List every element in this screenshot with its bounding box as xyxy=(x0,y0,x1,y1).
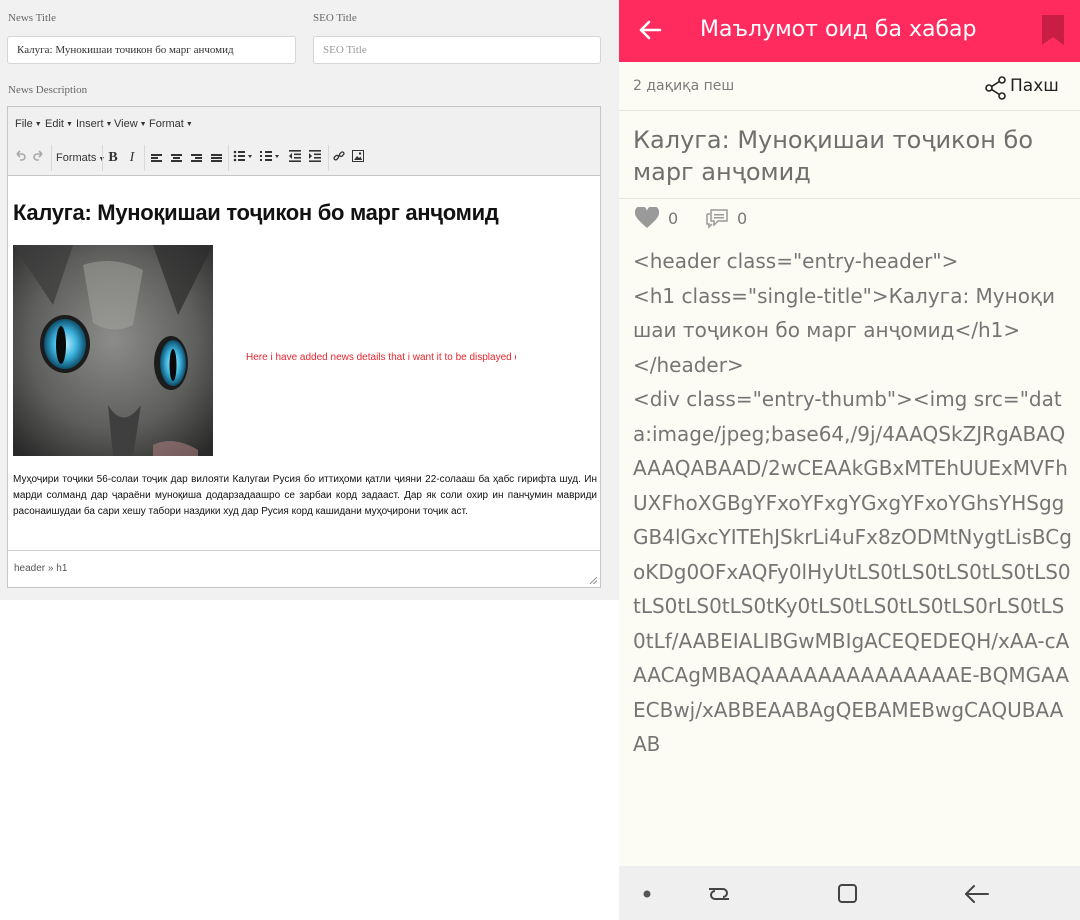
toolbar-divider xyxy=(51,145,52,171)
rich-text-editor: File ▼ Edit ▼ Insert ▼ View ▼ Format ▼ Format… xyxy=(7,106,601,588)
redo-icon[interactable] xyxy=(32,149,46,167)
toolbar-divider xyxy=(144,145,145,171)
italic-icon[interactable]: I xyxy=(125,149,139,167)
bookmark-icon[interactable] xyxy=(1042,15,1064,45)
back-nav-icon[interactable] xyxy=(963,880,991,908)
menu-view-label: View xyxy=(114,118,138,130)
menu-edit[interactable]: Edit ▼ xyxy=(45,118,73,130)
article-body: <header class="entry-header"> <h1 class=… xyxy=(633,249,1072,756)
likes-count: 0 xyxy=(668,209,679,228)
menu-edit-label: Edit xyxy=(45,118,64,130)
comments-count: 0 xyxy=(737,209,748,228)
caret-down-icon: ▼ xyxy=(185,121,193,128)
element-path: header » h1 xyxy=(14,563,68,574)
menu-format-label: Format xyxy=(149,118,184,130)
share-label: Пахш xyxy=(1010,76,1059,96)
red-news-note: Here i have added news details that i wa… xyxy=(246,352,516,363)
formats-dropdown[interactable]: Formats▼ xyxy=(56,149,105,167)
menu-file[interactable]: File ▼ xyxy=(15,118,42,130)
back-arrow-icon[interactable] xyxy=(639,17,663,43)
news-description-label: News Description xyxy=(8,84,88,96)
align-center-icon[interactable] xyxy=(169,149,183,167)
caret-down-icon: ▼ xyxy=(34,121,42,128)
resize-handle[interactable] xyxy=(590,577,597,584)
article-title: Калуга: Муноқишаи тоҷикон бо марг анҷоми… xyxy=(633,126,1034,186)
align-right-icon[interactable] xyxy=(189,149,203,167)
caret-down-icon: ▼ xyxy=(65,121,73,128)
share-icon xyxy=(985,76,1006,100)
caret-down-icon: ▼ xyxy=(105,121,113,128)
menu-view[interactable]: View ▼ xyxy=(114,118,147,130)
numbered-list-icon[interactable] xyxy=(259,149,281,167)
menu-file-label: File xyxy=(15,118,33,130)
outdent-icon[interactable] xyxy=(288,149,302,167)
news-title-label: News Title xyxy=(8,12,56,24)
editor-statusbar: header » h1 xyxy=(8,550,600,587)
menu-insert[interactable]: Insert ▼ xyxy=(76,118,112,130)
admin-panel: News Title Калуга: Мунокишаи точикон бо … xyxy=(0,0,619,600)
divider xyxy=(619,198,1080,199)
editor-toolbar: Formats▼ B I xyxy=(8,141,600,176)
toolbar-divider xyxy=(228,145,229,171)
link-icon[interactable] xyxy=(332,149,346,167)
image-icon[interactable] xyxy=(351,149,365,167)
editor-menubar: File ▼ Edit ▼ Insert ▼ View ▼ Format ▼ xyxy=(8,107,600,142)
bullet-list-icon[interactable] xyxy=(232,149,254,167)
toolbar-divider xyxy=(102,145,103,171)
align-left-icon[interactable] xyxy=(149,149,163,167)
news-body-text: Муҳоҷири тоҷики 56-солаи тоҷик дар вилоя… xyxy=(13,474,597,517)
caret-down-icon: ▼ xyxy=(139,121,147,128)
divider xyxy=(619,110,1080,111)
menu-insert-label: Insert xyxy=(76,118,104,130)
recent-apps-icon[interactable] xyxy=(705,880,733,908)
cat-photo xyxy=(13,245,213,456)
phone-screen: Маълумот оид ба хабар 2 дақиқа пеш Пахш … xyxy=(619,0,1080,920)
app-bar-title: Маълумот оид ба хабар xyxy=(700,17,977,42)
comment-icon xyxy=(706,209,728,229)
document-heading: Калуга: Муноқишаи тоҷикон бо марг анҷоми… xyxy=(13,200,499,225)
seo-title-input[interactable]: SEO Title xyxy=(313,36,601,64)
align-justify-icon[interactable] xyxy=(209,149,223,167)
formats-label: Formats xyxy=(56,152,97,164)
editor-content-area[interactable]: Калуга: Муноқишаи тоҷикон бо марг анҷоми… xyxy=(8,176,600,552)
indent-icon[interactable] xyxy=(308,149,322,167)
time-ago: 2 дақиқа пеш xyxy=(633,78,735,94)
home-icon[interactable] xyxy=(834,880,862,908)
system-nav-bar xyxy=(619,866,1080,920)
nav-dot-icon[interactable] xyxy=(633,880,661,908)
app-bar: Маълумот оид ба хабар xyxy=(619,0,1080,62)
bold-icon[interactable]: B xyxy=(106,149,120,167)
toolbar-divider xyxy=(328,145,329,171)
news-title-input[interactable]: Калуга: Мунокишаи точикон бо марг анчоми… xyxy=(7,36,296,64)
heart-icon xyxy=(635,207,659,228)
undo-icon[interactable] xyxy=(13,149,27,167)
seo-title-label: SEO Title xyxy=(313,12,357,24)
menu-format[interactable]: Format ▼ xyxy=(149,118,193,130)
